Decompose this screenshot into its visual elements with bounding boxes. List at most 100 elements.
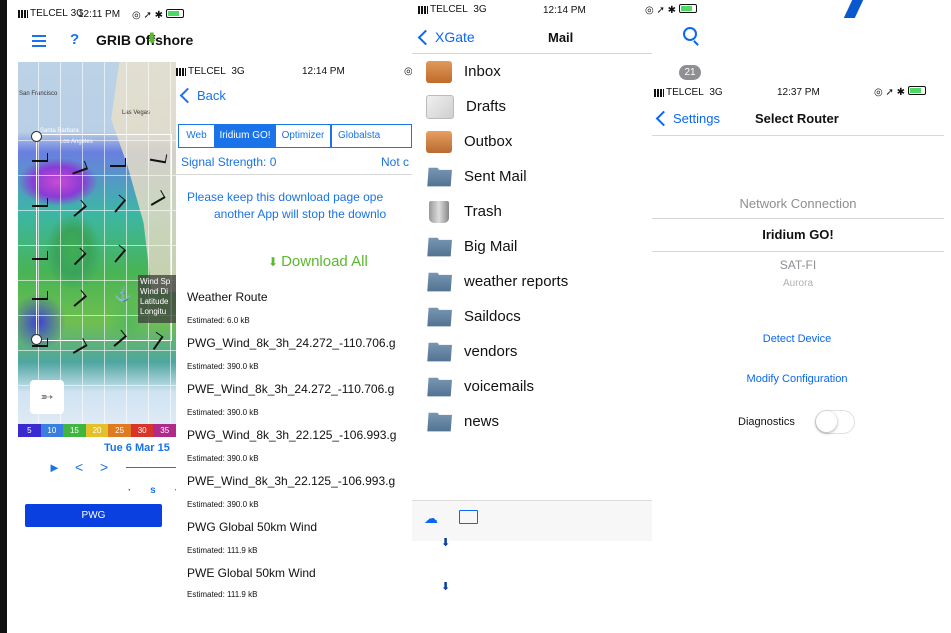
back-button[interactable]: Settings xyxy=(655,110,720,127)
chevron-left-icon xyxy=(417,29,434,45)
download-all-label: Download All xyxy=(281,253,368,270)
mail-folder-weather-reports[interactable]: weather reports xyxy=(412,264,652,299)
download-all-button[interactable]: ⬇ Download All xyxy=(268,253,368,270)
cloud-sync-icon[interactable]: ☁ xyxy=(424,510,438,527)
share-button[interactable]: ➵ xyxy=(30,380,64,414)
play-button[interactable]: ► xyxy=(48,460,61,475)
trash-icon xyxy=(429,200,449,223)
folder-label: Saildocs xyxy=(464,308,521,325)
next-button[interactable]: > xyxy=(100,459,108,475)
carrier: TELCEL xyxy=(430,4,468,15)
file-name: PWG Global 50km Wind xyxy=(187,520,318,534)
route-handle[interactable] xyxy=(31,131,42,142)
status-bar: TELCEL 3G xyxy=(176,66,245,77)
folder-icon[interactable] xyxy=(459,510,478,524)
scale-label: 30 xyxy=(130,424,154,437)
file-item[interactable]: PWG_Wind_8k_3h_24.272_-110.706.g Estimat… xyxy=(187,336,412,382)
time-slider[interactable] xyxy=(126,467,176,468)
mail-folder-saildocs[interactable]: Saildocs xyxy=(412,299,652,334)
unread-badge: 21 xyxy=(679,65,701,80)
tab-globalstar[interactable]: Globalsta xyxy=(331,124,412,148)
mail-folder-inbox[interactable]: Inbox xyxy=(412,54,652,89)
mail-folder-big-mail[interactable]: Big Mail xyxy=(412,229,652,264)
modify-configuration-button[interactable]: Modify Configuration xyxy=(652,373,942,385)
file-item[interactable]: Weather Route Estimated: 6.0 kB xyxy=(187,290,412,336)
wind-barb xyxy=(110,159,126,167)
back-label: Back xyxy=(197,88,226,103)
network-type: 3G xyxy=(231,66,245,77)
route-handle[interactable] xyxy=(31,334,42,345)
network-type: 3G xyxy=(709,87,723,98)
folder-icon xyxy=(427,342,452,362)
outbox-icon xyxy=(426,130,452,153)
toggle-knob xyxy=(816,411,837,432)
divider xyxy=(652,135,944,136)
file-name: PWE_Wind_8k_3h_22.125_-106.993.g xyxy=(187,474,396,488)
mail-folder-sent[interactable]: Sent Mail xyxy=(412,159,652,194)
mail-folder-trash[interactable]: Trash xyxy=(412,194,652,229)
mail-folder-news[interactable]: news xyxy=(412,404,652,439)
divider xyxy=(176,174,412,175)
signal-icon xyxy=(18,9,28,18)
mail-folder-voicemails[interactable]: voicemails xyxy=(412,369,652,404)
file-item[interactable]: PWG Global 50km Wind Estimated: 111.9 kB xyxy=(187,520,412,566)
tab-web[interactable]: Web xyxy=(178,124,215,148)
download-icon[interactable]: ⬇ xyxy=(441,536,450,549)
status-time: 12:14 PM xyxy=(543,5,586,16)
page-title: GRIB Offshore xyxy=(96,32,194,48)
tooltip-line: Longitu xyxy=(140,307,167,316)
file-item[interactable]: PWG_Wind_8k_3h_22.125_-106.993.g Estimat… xyxy=(187,428,412,474)
network-type: 3G xyxy=(473,4,487,15)
detect-device-button[interactable]: Detect Device xyxy=(652,333,942,345)
file-item[interactable]: PWE_Wind_8k_3h_24.272_-110.706.g Estimat… xyxy=(187,382,412,428)
scale-label: 25 xyxy=(108,424,131,437)
page-title: Mail xyxy=(548,30,574,45)
tab-optimizer[interactable]: Optimizer xyxy=(275,124,331,148)
picker-option-selected[interactable]: Iridium GO! xyxy=(652,219,944,251)
chevron-left-icon xyxy=(655,110,672,127)
mail-folder-vendors[interactable]: vendors xyxy=(412,334,652,369)
status-time: 12:37 PM xyxy=(777,87,820,98)
back-label: XGate xyxy=(435,29,475,45)
router-picker[interactable]: Network Connection Iridium GO! SAT-FI Au… xyxy=(652,190,944,300)
file-item[interactable]: PWE Global 50km Wind Estimated: 111.9 kB xyxy=(187,566,412,600)
pwg-button[interactable]: PWG xyxy=(25,504,162,527)
download-icon: ⬇ xyxy=(268,254,279,269)
tooltip-line: Wind Di xyxy=(140,287,169,296)
file-size: Estimated: 390.0 kB xyxy=(187,408,259,417)
back-button[interactable]: Back xyxy=(179,87,226,104)
help-button[interactable]: ? xyxy=(70,31,79,48)
tooltip-line: Latitude xyxy=(140,297,169,306)
folder-label: Big Mail xyxy=(464,238,518,255)
tooltip-line: Wind Sp xyxy=(140,277,171,286)
scale-label: 35 xyxy=(153,424,177,437)
carrier: TELCEL xyxy=(30,8,68,19)
back-button[interactable]: XGate xyxy=(417,29,475,45)
status-icons: ◎ ➚ ✱ xyxy=(874,86,927,98)
diagnostics-toggle[interactable] xyxy=(815,410,855,434)
search-icon[interactable] xyxy=(683,27,697,41)
folder-label: Outbox xyxy=(464,133,513,150)
toolbar xyxy=(412,500,652,541)
picker-option[interactable]: Aurora xyxy=(652,278,944,292)
file-size: Estimated: 390.0 kB xyxy=(187,500,259,509)
file-item[interactable]: PWE_Wind_8k_3h_22.125_-106.993.g Estimat… xyxy=(187,474,412,520)
back-label: Settings xyxy=(673,111,720,126)
prev-button[interactable]: < xyxy=(75,459,83,475)
frame-border xyxy=(0,0,7,633)
picker-option[interactable]: SAT-FI xyxy=(652,252,944,278)
folder-label: voicemails xyxy=(464,378,535,395)
folder-icon xyxy=(427,412,452,432)
download-icon[interactable]: ⬇ xyxy=(441,580,450,593)
menu-icon[interactable] xyxy=(32,35,46,47)
mail-folder-outbox[interactable]: Outbox xyxy=(412,124,652,159)
file-name: PWG_Wind_8k_3h_24.272_-110.706.g xyxy=(187,336,396,350)
picker-option[interactable]: Network Connection xyxy=(652,190,944,218)
mail-folder-drafts[interactable]: Drafts xyxy=(412,89,652,124)
folder-icon xyxy=(427,272,452,292)
download-icon[interactable]: ⬇ xyxy=(146,30,158,47)
status-icons: ◎ ➚ ✱ xyxy=(645,4,698,16)
tab-iridium-go[interactable]: Iridium GO! xyxy=(215,124,275,148)
folder-icon xyxy=(427,237,452,257)
battery-icon xyxy=(908,86,927,95)
